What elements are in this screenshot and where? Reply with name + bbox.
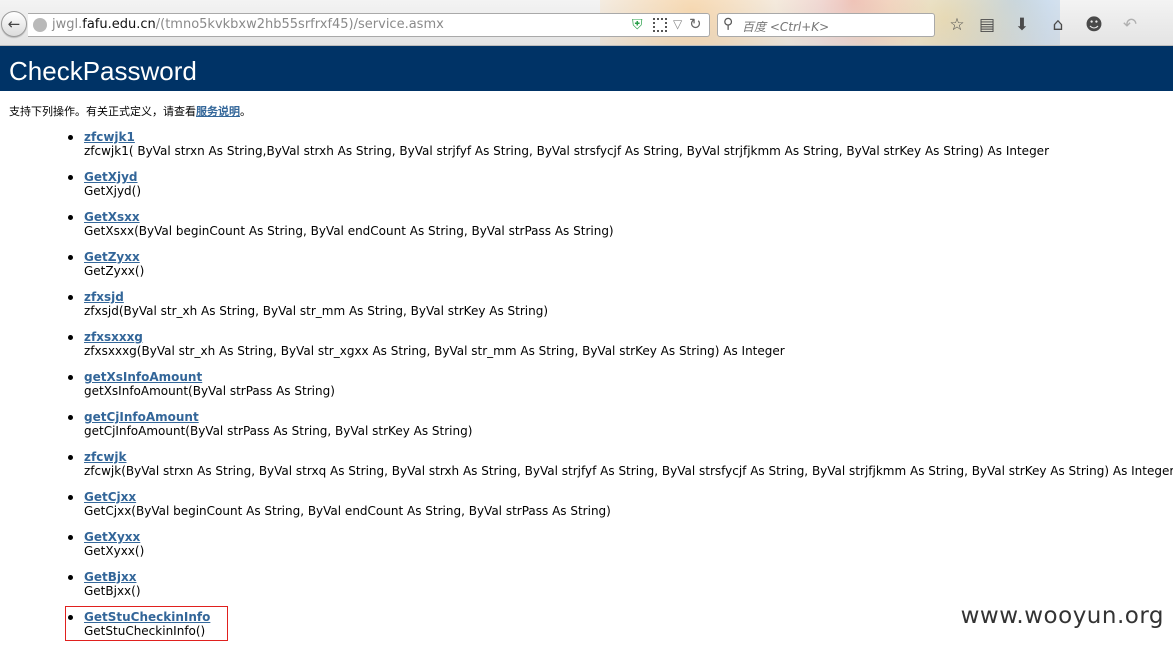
watermark: www.wooyun.org [960,603,1164,629]
bullet [68,415,73,420]
operation-signature: GetCjxx(ByVal beginCount As String, ByVa… [84,504,611,518]
reload-icon[interactable]: ↻ [689,15,702,33]
bullet [68,455,73,460]
search-placeholder: 百度 <Ctrl+K> [742,20,830,34]
bullet [68,495,73,500]
dropdown-arrow-icon[interactable]: ▽ [673,17,682,31]
operation-signature: zfxsxxxg(ByVal str_xh As String, ByVal s… [84,344,785,358]
operation-link[interactable]: GetXsxx [84,210,140,224]
intro-text: 支持下列操作。有关正式定义，请查看服务说明。 [9,105,251,118]
bullet [68,535,73,540]
bullet [68,255,73,260]
bullet [68,335,73,340]
highlight-annotation-box [65,606,228,641]
operation-link[interactable]: zfcwjk [84,450,127,464]
operation-signature: GetXjyd() [84,184,142,198]
bullet [68,295,73,300]
home-icon[interactable]: ⌂ [1046,13,1070,37]
operation-link[interactable]: zfcwjk1 [84,130,135,144]
page-header: CheckPassword [0,46,1173,91]
list-item: GetBjxx GetBjxx() [0,570,1173,607]
operation-signature: zfcwjk1( ByVal strxn As String,ByVal str… [84,144,1049,158]
bullet [68,575,73,580]
back-arrow-icon[interactable]: ← [1,11,27,37]
list-item: GetXyxx GetXyxx() [0,530,1173,567]
list-icon[interactable]: ▤ [975,13,999,37]
operation-link[interactable]: GetXjyd [84,170,138,184]
search-icon: ⚲ [723,16,734,32]
globe-icon [33,18,47,32]
operation-link[interactable]: GetXyxx [84,530,140,544]
search-bar[interactable]: ⚲ 百度 <Ctrl+K> [717,13,935,37]
download-icon[interactable]: ⬇ [1010,13,1034,37]
list-item: getXsInfoAmount getXsInfoAmount(ByVal str… [0,370,1173,407]
browser-toolbar: ← jwgl.fafu.edu.cn/(tmno5kvkbxw2hb55srfr… [0,0,1173,46]
operation-signature: GetBjxx() [84,584,141,598]
list-item: getCjInfoAmount getCjInfoAmount(ByVal str… [0,410,1173,447]
bullet [68,135,73,140]
bullet [68,215,73,220]
list-item: zfxsjd zfxsjd(ByVal str_xh As String, ByV… [0,290,1173,327]
operation-link[interactable]: GetBjxx [84,570,136,584]
operation-link[interactable]: getCjInfoAmount [84,410,199,424]
shield-icon[interactable]: ⛨ [632,17,646,33]
address-bar-url[interactable]: jwgl.fafu.edu.cn/(tmno5kvkbxw2hb55srfrxf… [52,17,444,32]
list-item: GetCjxx GetCjxx(ByVal beginCount As Strin… [0,490,1173,527]
operation-signature: zfcwjk(ByVal strxn As String, ByVal strx… [84,464,1173,478]
operation-link[interactable]: GetCjxx [84,490,136,504]
operation-link[interactable]: zfxsjd [84,290,124,304]
operation-signature: getCjInfoAmount(ByVal strPass As String,… [84,424,473,438]
operation-signature: getXsInfoAmount(ByVal strPass As String) [84,384,335,398]
bullet [68,375,73,380]
page-title: CheckPassword [9,56,197,86]
operation-signature: zfxsjd(ByVal str_xh As String, ByVal str… [84,304,549,318]
qr-code-icon[interactable] [653,18,667,32]
operation-signature: GetXsxx(ByVal beginCount As String, ByVa… [84,224,614,238]
list-item: zfxsxxxg zfxsxxxg(ByVal str_xh As String,… [0,330,1173,367]
address-bar[interactable]: jwgl.fafu.edu.cn/(tmno5kvkbxw2hb55srfrxf… [28,13,710,37]
list-item: GetXjyd GetXjyd() [0,170,1173,207]
list-item: GetZyxx GetZyxx() [0,250,1173,287]
operation-link[interactable]: getXsInfoAmount [84,370,202,384]
operation-signature: GetXyxx() [84,544,145,558]
smiley-icon[interactable]: ☻ [1082,13,1106,37]
operation-link[interactable]: GetZyxx [84,250,140,264]
operation-link[interactable]: zfxsxxxg [84,330,143,344]
operation-signature: GetZyxx() [84,264,145,278]
list-item: GetXsxx GetXsxx(ByVal beginCount As Strin… [0,210,1173,247]
undo-icon[interactable]: ↶ [1118,13,1142,37]
bullet [68,175,73,180]
star-icon[interactable]: ☆ [945,13,969,37]
list-item: zfcwjk zfcwjk(ByVal strxn As String, ByVa… [0,450,1173,487]
list-item: zfcwjk1 zfcwjk1( ByVal strxn As String,By… [0,130,1173,167]
service-description-link[interactable]: 服务说明 [196,105,240,118]
